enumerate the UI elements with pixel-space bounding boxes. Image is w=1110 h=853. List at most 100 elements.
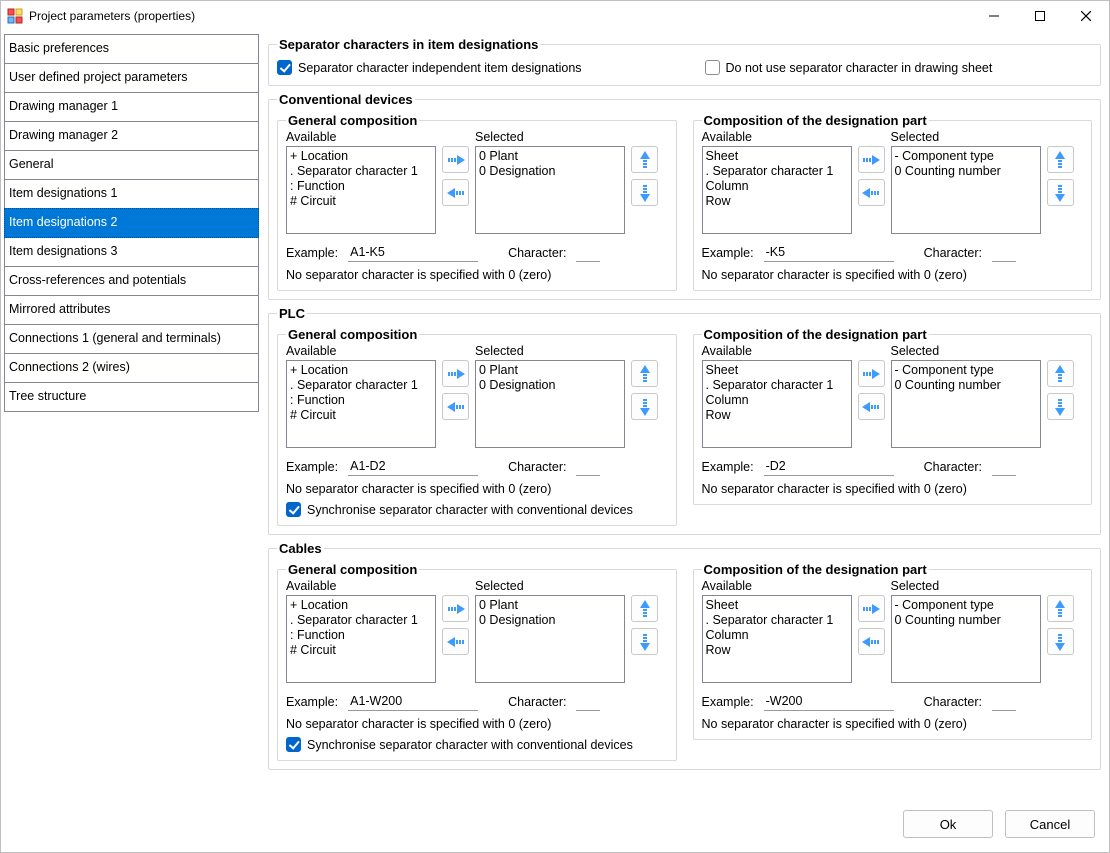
maximize-button[interactable] — [1017, 1, 1063, 31]
sidebar-item[interactable]: Drawing manager 2 — [4, 121, 259, 151]
list-item[interactable]: 0 Designation — [479, 378, 621, 393]
sidebar-item[interactable]: Connections 2 (wires) — [4, 353, 259, 383]
list-item[interactable]: # Circuit — [290, 643, 432, 658]
selected-list[interactable]: - Component type0 Counting number — [891, 146, 1041, 234]
sidebar-item[interactable]: Cross-references and potentials — [4, 266, 259, 296]
list-item[interactable]: - Component type — [895, 363, 1037, 378]
available-list[interactable]: Sheet. Separator character 1ColumnRow — [702, 360, 852, 448]
list-item[interactable]: 0 Designation — [479, 613, 621, 628]
list-item[interactable]: Sheet — [706, 149, 848, 164]
list-item[interactable]: Row — [706, 194, 848, 209]
up-button[interactable] — [1047, 360, 1074, 387]
up-button[interactable] — [1047, 595, 1074, 622]
selected-list[interactable]: 0 Plant0 Designation — [475, 595, 625, 683]
selected-list[interactable]: - Component type0 Counting number — [891, 595, 1041, 683]
right-button[interactable] — [858, 146, 885, 173]
sidebar-item[interactable]: Item designations 2 — [4, 208, 259, 238]
example-field[interactable] — [348, 244, 478, 262]
up-button[interactable] — [631, 360, 658, 387]
example-field[interactable] — [348, 693, 478, 711]
right-button[interactable] — [858, 595, 885, 622]
left-button[interactable] — [858, 628, 885, 655]
character-field[interactable] — [576, 693, 600, 711]
selected-list[interactable]: - Component type0 Counting number — [891, 360, 1041, 448]
left-button[interactable] — [442, 628, 469, 655]
available-list[interactable]: Sheet. Separator character 1ColumnRow — [702, 146, 852, 234]
up-button[interactable] — [631, 595, 658, 622]
left-button[interactable] — [858, 393, 885, 420]
list-item[interactable]: + Location — [290, 598, 432, 613]
character-field[interactable] — [576, 244, 600, 262]
example-field[interactable] — [764, 458, 894, 476]
list-item[interactable]: Sheet — [706, 598, 848, 613]
list-item[interactable]: Column — [706, 393, 848, 408]
selected-list[interactable]: 0 Plant0 Designation — [475, 146, 625, 234]
minimize-button[interactable] — [971, 1, 1017, 31]
list-item[interactable]: : Function — [290, 179, 432, 194]
close-button[interactable] — [1063, 1, 1109, 31]
available-list[interactable]: Sheet. Separator character 1ColumnRow — [702, 595, 852, 683]
sidebar-item[interactable]: Mirrored attributes — [4, 295, 259, 325]
down-button[interactable] — [631, 393, 658, 420]
ok-button[interactable]: Ok — [903, 810, 993, 838]
list-item[interactable]: Sheet — [706, 363, 848, 378]
character-field[interactable] — [992, 458, 1016, 476]
cancel-button[interactable]: Cancel — [1005, 810, 1095, 838]
left-button[interactable] — [442, 393, 469, 420]
sidebar-item[interactable]: User defined project parameters — [4, 63, 259, 93]
available-list[interactable]: + Location. Separator character 1: Funct… — [286, 360, 436, 448]
right-button[interactable] — [442, 146, 469, 173]
down-button[interactable] — [1047, 628, 1074, 655]
left-button[interactable] — [858, 179, 885, 206]
down-button[interactable] — [631, 628, 658, 655]
example-field[interactable] — [348, 458, 478, 476]
list-item[interactable]: 0 Plant — [479, 598, 621, 613]
sidebar-item[interactable]: Tree structure — [4, 382, 259, 412]
list-item[interactable]: - Component type — [895, 149, 1037, 164]
list-item[interactable]: : Function — [290, 393, 432, 408]
list-item[interactable]: . Separator character 1 — [706, 378, 848, 393]
sidebar-item[interactable]: Basic preferences — [4, 34, 259, 64]
list-item[interactable]: + Location — [290, 149, 432, 164]
right-button[interactable] — [858, 360, 885, 387]
list-item[interactable]: : Function — [290, 628, 432, 643]
list-item[interactable]: 0 Designation — [479, 164, 621, 179]
list-item[interactable]: . Separator character 1 — [290, 613, 432, 628]
list-item[interactable]: 0 Plant — [479, 149, 621, 164]
list-item[interactable]: Row — [706, 408, 848, 423]
available-list[interactable]: + Location. Separator character 1: Funct… — [286, 146, 436, 234]
list-item[interactable]: Column — [706, 628, 848, 643]
list-item[interactable]: 0 Counting number — [895, 378, 1037, 393]
character-field[interactable] — [992, 244, 1016, 262]
available-list[interactable]: + Location. Separator character 1: Funct… — [286, 595, 436, 683]
list-item[interactable]: - Component type — [895, 598, 1037, 613]
selected-list[interactable]: 0 Plant0 Designation — [475, 360, 625, 448]
character-field[interactable] — [992, 693, 1016, 711]
example-field[interactable] — [764, 693, 894, 711]
up-button[interactable] — [631, 146, 658, 173]
independent-checkbox[interactable]: Separator character independent item des… — [277, 60, 665, 75]
example-field[interactable] — [764, 244, 894, 262]
sidebar-item[interactable]: Item designations 1 — [4, 179, 259, 209]
list-item[interactable]: Column — [706, 179, 848, 194]
nouse-checkbox[interactable]: Do not use separator character in drawin… — [705, 60, 1093, 75]
sidebar-item[interactable]: Drawing manager 1 — [4, 92, 259, 122]
right-button[interactable] — [442, 360, 469, 387]
down-button[interactable] — [1047, 179, 1074, 206]
list-item[interactable]: # Circuit — [290, 194, 432, 209]
down-button[interactable] — [1047, 393, 1074, 420]
list-item[interactable]: Row — [706, 643, 848, 658]
sidebar-item[interactable]: Connections 1 (general and terminals) — [4, 324, 259, 354]
sidebar-item[interactable]: General — [4, 150, 259, 180]
up-button[interactable] — [1047, 146, 1074, 173]
list-item[interactable]: . Separator character 1 — [706, 164, 848, 179]
list-item[interactable]: . Separator character 1 — [290, 164, 432, 179]
list-item[interactable]: # Circuit — [290, 408, 432, 423]
list-item[interactable]: + Location — [290, 363, 432, 378]
left-button[interactable] — [442, 179, 469, 206]
sidebar-item[interactable]: Item designations 3 — [4, 237, 259, 267]
list-item[interactable]: . Separator character 1 — [706, 613, 848, 628]
list-item[interactable]: 0 Plant — [479, 363, 621, 378]
list-item[interactable]: 0 Counting number — [895, 613, 1037, 628]
sync-checkbox[interactable]: Synchronise separator character with con… — [286, 502, 668, 517]
